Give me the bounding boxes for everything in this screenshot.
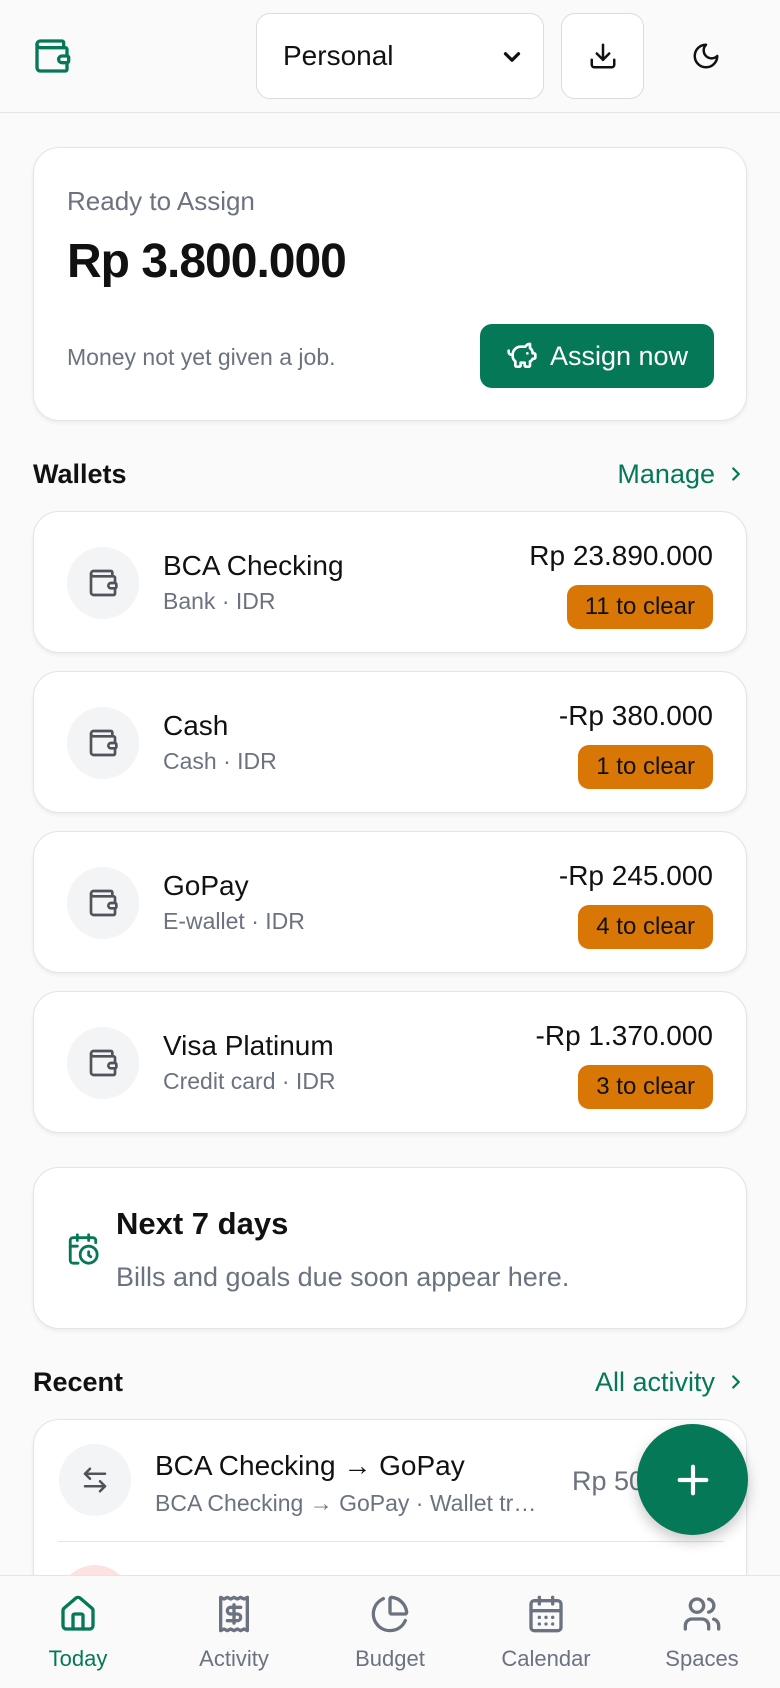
recent-section-header: Recent All activity: [33, 1362, 747, 1402]
transaction-amount: Rp 50: [572, 1466, 645, 1496]
wallet-card-bca-checking[interactable]: BCA Checking Bank · IDR Rp 23.890.000 11…: [33, 511, 747, 653]
chevron-right-icon: [732, 467, 740, 481]
assign-note: Money not yet given a job.: [67, 344, 336, 370]
moon-icon: [693, 43, 718, 69]
wallet-icon: [67, 707, 139, 779]
next-7-days-subtitle: Bills and goals due soon appear here.: [116, 1262, 570, 1292]
ready-to-assign-card: Ready to Assign Rp 3.800.000 Money not y…: [33, 147, 747, 421]
calendar-clock-icon: [68, 1233, 99, 1265]
nav-label: Spaces: [665, 1646, 739, 1671]
download-icon: [590, 43, 615, 69]
wallet-type: Bank · IDR: [163, 588, 276, 614]
wallet-card-gopay[interactable]: GoPay E-wallet · IDR -Rp 245.000 4 to cl…: [33, 831, 747, 973]
wallets-title: Wallets: [33, 458, 127, 489]
transfer-icon: [59, 1444, 131, 1516]
wallets-section-header: Wallets Manage: [33, 454, 747, 494]
pie-chart-icon: [371, 1595, 409, 1633]
wallet-name: Cash: [163, 710, 229, 741]
receipt-icon: [219, 1595, 249, 1633]
wallet-name: BCA Checking: [163, 550, 344, 581]
wallet-balance: -Rp 1.370.000: [535, 1020, 713, 1051]
piggy-bank-icon: [507, 342, 537, 368]
divider: [58, 1541, 724, 1542]
add-transaction-button[interactable]: [637, 1424, 748, 1535]
nav-item-calendar[interactable]: Calendar: [468, 1576, 624, 1688]
manage-label: Manage: [617, 458, 715, 489]
nav-label: Budget: [355, 1646, 425, 1671]
wallet-icon: [67, 547, 139, 619]
next-7-days-card: Next 7 days Bills and goals due soon app…: [33, 1167, 747, 1329]
wallet-balance: -Rp 245.000: [558, 860, 713, 891]
wallet-type: Cash · IDR: [163, 748, 277, 774]
nav-label: Calendar: [501, 1646, 591, 1671]
assign-now-label: Assign now: [549, 340, 689, 371]
uncleared-badge: 4 to clear: [578, 905, 713, 949]
wallet-name: GoPay: [163, 870, 249, 901]
download-button[interactable]: [561, 13, 644, 99]
uncleared-badge: 1 to clear: [578, 745, 713, 789]
next-7-days-title: Next 7 days: [116, 1206, 289, 1241]
nav-label: Today: [48, 1646, 108, 1671]
space-select[interactable]: Personal: [256, 13, 544, 99]
users-icon: [683, 1597, 721, 1631]
wallet-icon: [67, 867, 139, 939]
manage-wallets-link[interactable]: Manage: [617, 459, 747, 490]
wallet-icon: [67, 1027, 139, 1099]
assign-label: Ready to Assign: [67, 186, 255, 216]
transaction-title: BCA Checking → GoPay: [155, 1450, 465, 1481]
bottom-navigation: Today Activity Budget Calendar Spaces: [0, 1575, 780, 1688]
wallet-balance: -Rp 380.000: [558, 700, 713, 731]
wallet-name: Visa Platinum: [163, 1030, 334, 1061]
transaction-subtitle: BCA Checking → GoPay · Wallet transfer: [155, 1490, 540, 1516]
wallet-type: E-wallet · IDR: [163, 908, 305, 934]
uncleared-badge: 3 to clear: [578, 1065, 713, 1109]
space-select-value: Personal: [283, 40, 394, 71]
all-activity-link[interactable]: All activity: [595, 1367, 747, 1398]
recent-title: Recent: [33, 1366, 124, 1397]
nav-item-budget[interactable]: Budget: [312, 1576, 468, 1688]
wallet-icon[interactable]: [32, 36, 72, 76]
nav-item-activity[interactable]: Activity: [156, 1576, 312, 1688]
chevron-down-icon: [503, 52, 521, 62]
all-activity-label: All activity: [594, 1366, 715, 1397]
nav-item-today[interactable]: Today: [0, 1576, 156, 1688]
home-icon: [61, 1595, 95, 1631]
plus-icon: [677, 1464, 708, 1495]
nav-label: Activity: [199, 1646, 269, 1671]
chevron-right-icon: [732, 1375, 740, 1389]
wallet-card-cash[interactable]: Cash Cash · IDR -Rp 380.000 1 to clear: [33, 671, 747, 813]
wallet-balance: Rp 23.890.000: [529, 540, 713, 571]
calendar-icon: [529, 1595, 563, 1633]
assign-amount: Rp 3.800.000: [67, 235, 347, 288]
wallet-card-visa-platinum[interactable]: Visa Platinum Credit card · IDR -Rp 1.37…: [33, 991, 747, 1133]
assign-now-button[interactable]: Assign now: [480, 324, 714, 388]
app-header: Personal: [0, 0, 780, 113]
uncleared-badge: 11 to clear: [566, 585, 713, 629]
theme-toggle-button[interactable]: [664, 13, 747, 99]
wallet-type: Credit card · IDR: [163, 1068, 336, 1094]
nav-item-spaces[interactable]: Spaces: [624, 1576, 780, 1688]
